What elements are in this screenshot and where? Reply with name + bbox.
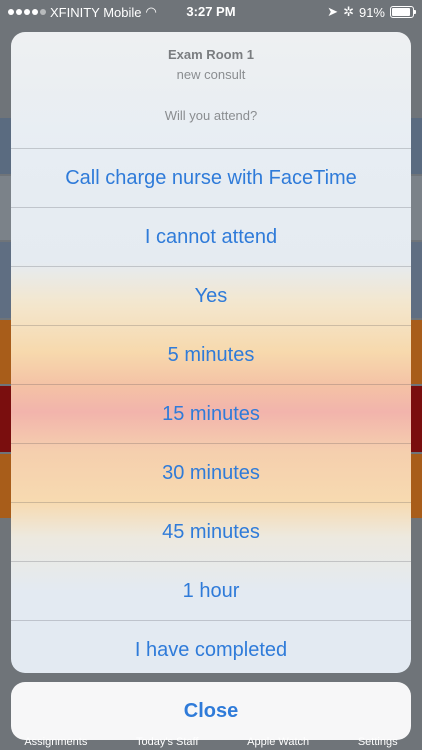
alert-title: Exam Room 1	[168, 47, 254, 62]
bluetooth-icon: ✲	[343, 4, 354, 19]
close-button[interactable]: Close	[11, 682, 411, 740]
location-icon: ➤	[327, 4, 339, 19]
completed-button[interactable]: I have completed	[11, 620, 411, 673]
forty-five-minutes-button[interactable]: 45 minutes	[11, 502, 411, 561]
facetime-call-button[interactable]: Call charge nurse with FaceTime	[11, 148, 411, 207]
battery-percent: 91%	[358, 4, 385, 20]
status-bar: XFINITY Mobile ◠ 3:27 PM ➤ ✲ 91%	[0, 0, 422, 22]
tab-apple-watch[interactable]: Apple Watch	[247, 736, 309, 750]
action-sheet: Exam Room 1 new consult Will you attend?…	[11, 32, 411, 673]
five-minutes-button[interactable]: 5 minutes	[11, 325, 411, 384]
battery-icon	[390, 6, 416, 18]
yes-button[interactable]: Yes	[11, 266, 411, 325]
fifteen-minutes-button[interactable]: 15 minutes	[11, 384, 411, 443]
one-hour-button[interactable]: 1 hour	[11, 561, 411, 620]
tab-bar: Assignments Today's Staff Apple Watch Se…	[0, 736, 422, 750]
thirty-minutes-button[interactable]: 30 minutes	[11, 443, 411, 502]
alert-subtitle: new consult	[176, 67, 246, 82]
tab-assignments[interactable]: Assignments	[24, 736, 87, 750]
tab-settings[interactable]: Settings	[358, 736, 398, 750]
tab-todays-staff[interactable]: Today's Staff	[136, 736, 198, 750]
status-right: ➤ ✲ 91%	[327, 4, 416, 20]
action-sheet-header: Exam Room 1 new consult Will you attend?	[11, 32, 411, 148]
cannot-attend-button[interactable]: I cannot attend	[11, 207, 411, 266]
alert-message: Will you attend?	[164, 108, 258, 123]
